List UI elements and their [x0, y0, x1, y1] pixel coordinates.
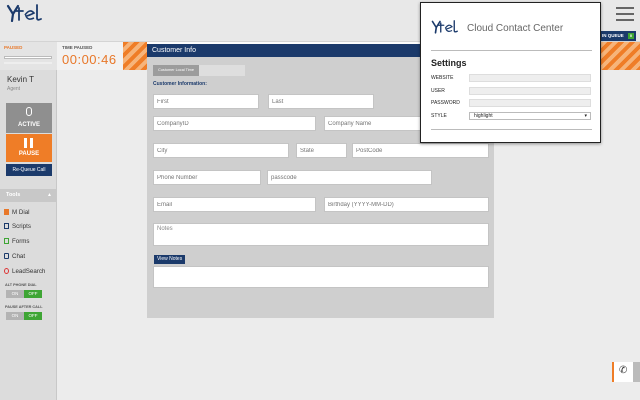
agent-role: Agent: [7, 86, 21, 92]
tool-label: Scripts: [12, 223, 31, 230]
paused-indicator: PAUSED: [0, 42, 57, 70]
tool-chat[interactable]: Chat: [4, 251, 56, 263]
customer-local-time-label: Customer Local Time: [153, 65, 199, 76]
ytel-logo: [431, 20, 458, 34]
tool-label: LeadSearch: [12, 268, 46, 275]
city-input[interactable]: [153, 143, 289, 158]
website-input[interactable]: [469, 74, 591, 82]
postcode-input[interactable]: [352, 143, 489, 158]
drag-handle[interactable]: [633, 362, 640, 382]
notes-textarea[interactable]: Notes: [153, 223, 489, 246]
requeue-call-button[interactable]: Re-Queue Call: [6, 164, 52, 176]
tool-label: Forms: [12, 238, 30, 245]
in-queue-count: 0: [628, 33, 634, 39]
in-queue-label: IN QUEUE: [602, 33, 624, 38]
brand-name: Cloud Contact Center: [467, 23, 564, 34]
last-name-input[interactable]: [268, 94, 374, 109]
toggle-on[interactable]: ON: [6, 312, 24, 320]
pause-icon: [24, 138, 34, 148]
in-queue-badge[interactable]: IN QUEUE 0: [598, 31, 636, 41]
phone-icon: ✆: [619, 365, 628, 376]
microphone-icon: [26, 107, 32, 116]
menu-icon[interactable]: [616, 7, 634, 21]
birthday-input[interactable]: [324, 197, 489, 212]
timer-label: TIME PAUSED: [62, 45, 93, 50]
caret-up-icon: ▲: [47, 192, 52, 198]
toggle-off[interactable]: OFF: [24, 312, 42, 320]
customer-information-label: Customer Information:: [153, 81, 207, 87]
paused-label: PAUSED: [4, 45, 23, 50]
tools-title: Tools: [6, 192, 21, 198]
settings-popup: Cloud Contact Center Settings WEBSITE US…: [420, 2, 601, 143]
status-stripes: [123, 42, 147, 70]
user-input[interactable]: [469, 87, 591, 95]
pause-after-call-label: PAUSE AFTER CALL: [5, 305, 43, 309]
script-icon: [4, 223, 9, 229]
agent-name: Kevin T: [7, 75, 34, 84]
pause-after-call-toggle[interactable]: ON OFF: [6, 312, 42, 320]
state-input[interactable]: [296, 143, 347, 158]
style-select[interactable]: highlight ▾: [469, 112, 591, 120]
style-select-value: highlight: [474, 113, 493, 119]
paused-progress-track: [4, 62, 52, 64]
divider: [431, 50, 592, 51]
view-notes-textarea[interactable]: [153, 266, 489, 288]
password-input[interactable]: [469, 99, 591, 107]
tool-label: M Dial: [12, 209, 30, 216]
pause-button[interactable]: PAUSE: [6, 134, 52, 162]
company-id-input[interactable]: [153, 116, 316, 131]
passcode-input[interactable]: [267, 170, 432, 185]
timer-value: 00:00:46: [62, 52, 117, 67]
timer-box: TIME PAUSED 00:00:46: [57, 42, 123, 70]
tool-m-dial[interactable]: M Dial: [4, 207, 56, 219]
active-button[interactable]: ACTIVE: [6, 103, 52, 133]
customer-local-time-value: [199, 65, 245, 76]
tool-label: Chat: [12, 253, 26, 260]
tool-leadsearch[interactable]: LeadSearch: [4, 266, 56, 278]
ytel-logo: [6, 4, 42, 22]
email-input[interactable]: [153, 197, 316, 212]
alt-phone-dial-label: ALT PHONE DIAL: [5, 283, 37, 287]
website-label: WEBSITE: [431, 75, 454, 81]
toggle-on[interactable]: ON: [6, 290, 24, 298]
chat-icon: [4, 253, 9, 259]
chevron-down-icon: ▾: [584, 113, 587, 119]
phone-book-icon: [4, 209, 9, 215]
tool-scripts[interactable]: Scripts: [4, 221, 56, 233]
tools-header[interactable]: Tools ▲: [0, 189, 57, 202]
tool-forms[interactable]: Forms: [4, 236, 56, 248]
password-label: PASSWORD: [431, 100, 460, 106]
active-label: ACTIVE: [17, 122, 40, 128]
divider: [431, 129, 592, 130]
toggle-off[interactable]: OFF: [24, 290, 42, 298]
pause-label: PAUSE: [18, 151, 40, 157]
settings-title: Settings: [431, 58, 467, 68]
search-icon: [4, 268, 9, 274]
phone-number-input[interactable]: [153, 170, 261, 185]
alt-phone-dial-toggle[interactable]: ON OFF: [6, 290, 42, 298]
first-name-input[interactable]: [153, 94, 259, 109]
style-label: STYLE: [431, 113, 447, 119]
paused-progress-bar: [4, 56, 52, 59]
user-label: USER: [431, 88, 445, 94]
forms-icon: [4, 238, 9, 244]
view-notes-button[interactable]: View Notes: [154, 255, 186, 264]
